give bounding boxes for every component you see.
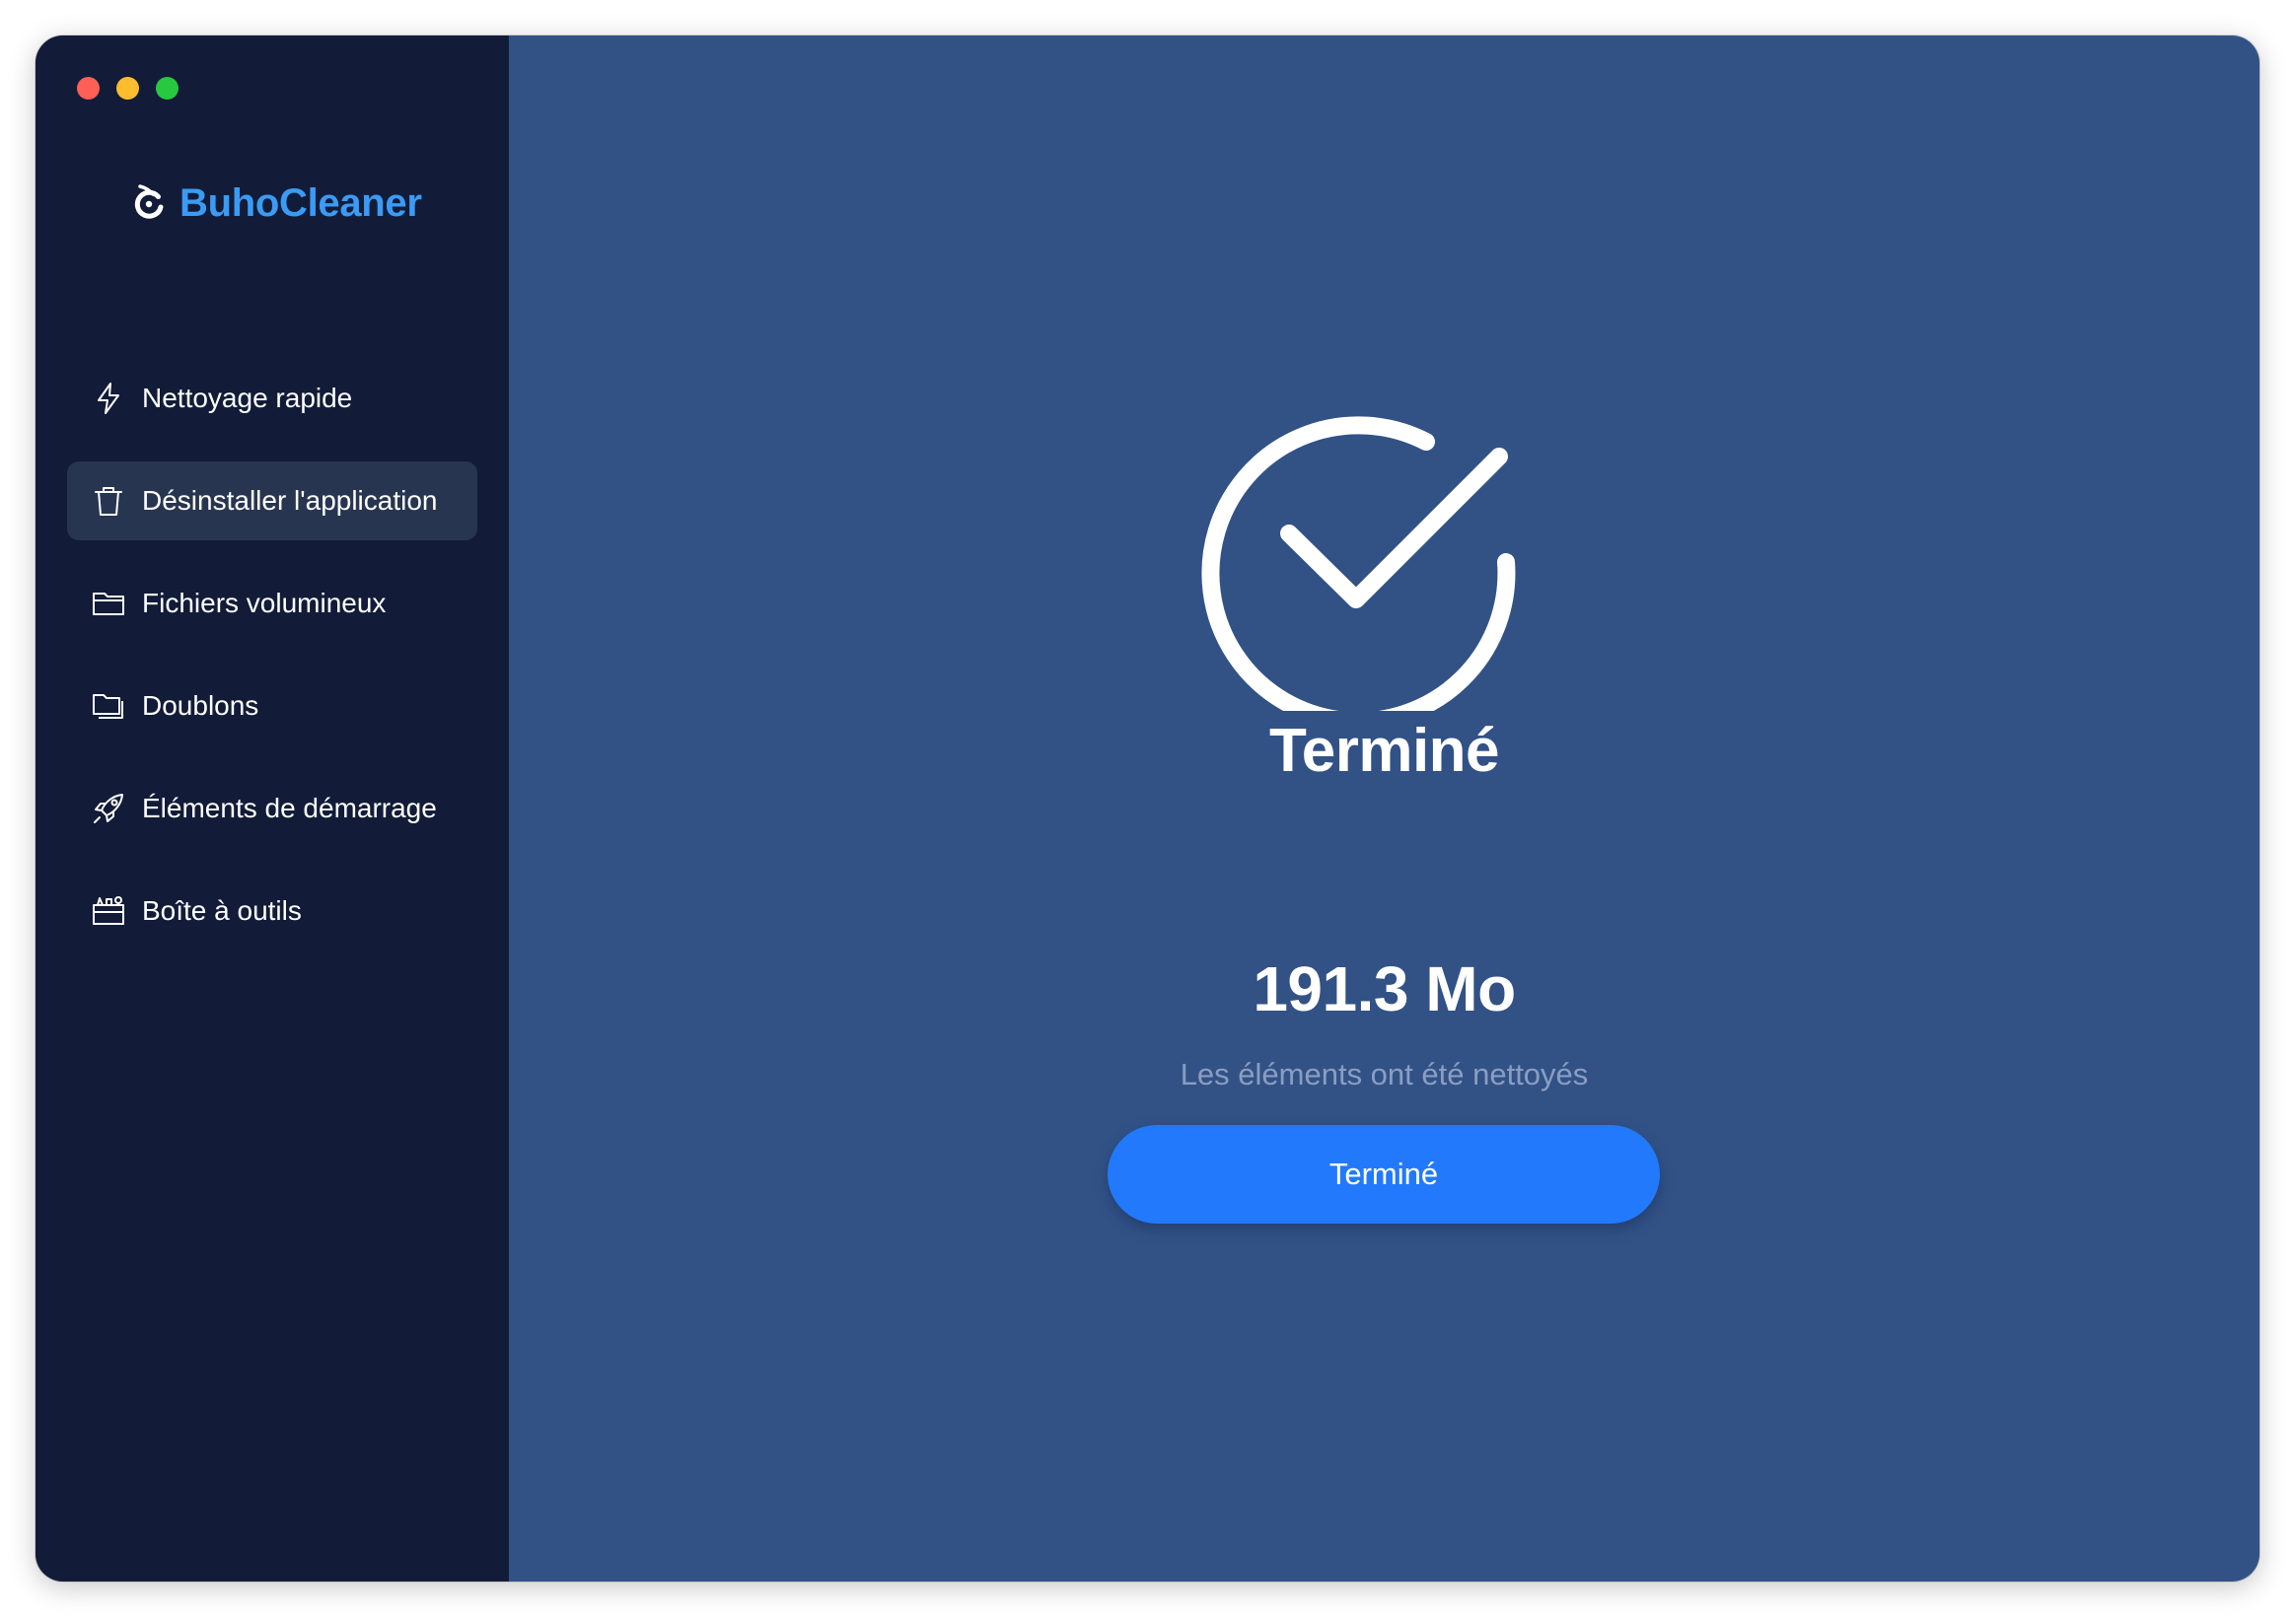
rocket-icon	[91, 791, 126, 826]
sidebar-item-label: Boîte à outils	[142, 895, 302, 926]
sidebar-item-label: Fichiers volumineux	[142, 588, 387, 618]
cleaned-size-caption: Les éléments ont été nettoyés	[1180, 1057, 1589, 1091]
sidebar-item-label: Nettoyage rapide	[142, 383, 353, 413]
checkmark-circle-icon	[1199, 376, 1535, 711]
app-name: BuhoCleaner	[179, 180, 422, 225]
sidebar-item-quick-clean[interactable]: Nettoyage rapide	[67, 359, 477, 438]
sidebar-item-startup-items[interactable]: Éléments de démarrage	[67, 769, 477, 848]
zoom-window-button[interactable]	[156, 77, 179, 100]
sidebar-item-large-files[interactable]: Fichiers volumineux	[67, 564, 477, 643]
sidebar-item-duplicates[interactable]: Doublons	[67, 667, 477, 745]
sidebar-item-label: Désinstaller l'application	[142, 485, 438, 516]
folder-icon	[91, 586, 126, 621]
close-window-button[interactable]	[77, 77, 100, 100]
window-controls	[77, 77, 179, 100]
duplicate-folders-icon	[91, 688, 126, 724]
trash-icon	[91, 483, 126, 519]
cleaned-size-value: 191.3 Mo	[1253, 953, 1516, 1024]
lightning-icon	[91, 381, 126, 416]
app-window: BuhoCleaner Nettoyage rapide Désinstalle…	[36, 35, 2260, 1582]
main-panel: Terminé 191.3 Mo Les éléments ont été ne…	[509, 35, 2260, 1582]
sidebar-item-label: Doublons	[142, 690, 259, 721]
sidebar: BuhoCleaner Nettoyage rapide Désinstalle…	[36, 35, 509, 1582]
sidebar-item-label: Éléments de démarrage	[142, 793, 437, 823]
app-logo: BuhoCleaner	[128, 174, 422, 233]
toolbox-icon	[91, 893, 126, 929]
sidebar-item-toolbox[interactable]: Boîte à outils	[67, 872, 477, 950]
done-button[interactable]: Terminé	[1108, 1125, 1660, 1224]
owl-logo-icon	[134, 184, 164, 219]
minimize-window-button[interactable]	[116, 77, 139, 100]
sidebar-item-uninstall-app[interactable]: Désinstaller l'application	[67, 461, 477, 540]
sidebar-nav: Nettoyage rapide Désinstaller l'applicat…	[67, 359, 477, 974]
page-title: Terminé	[1268, 717, 1500, 785]
